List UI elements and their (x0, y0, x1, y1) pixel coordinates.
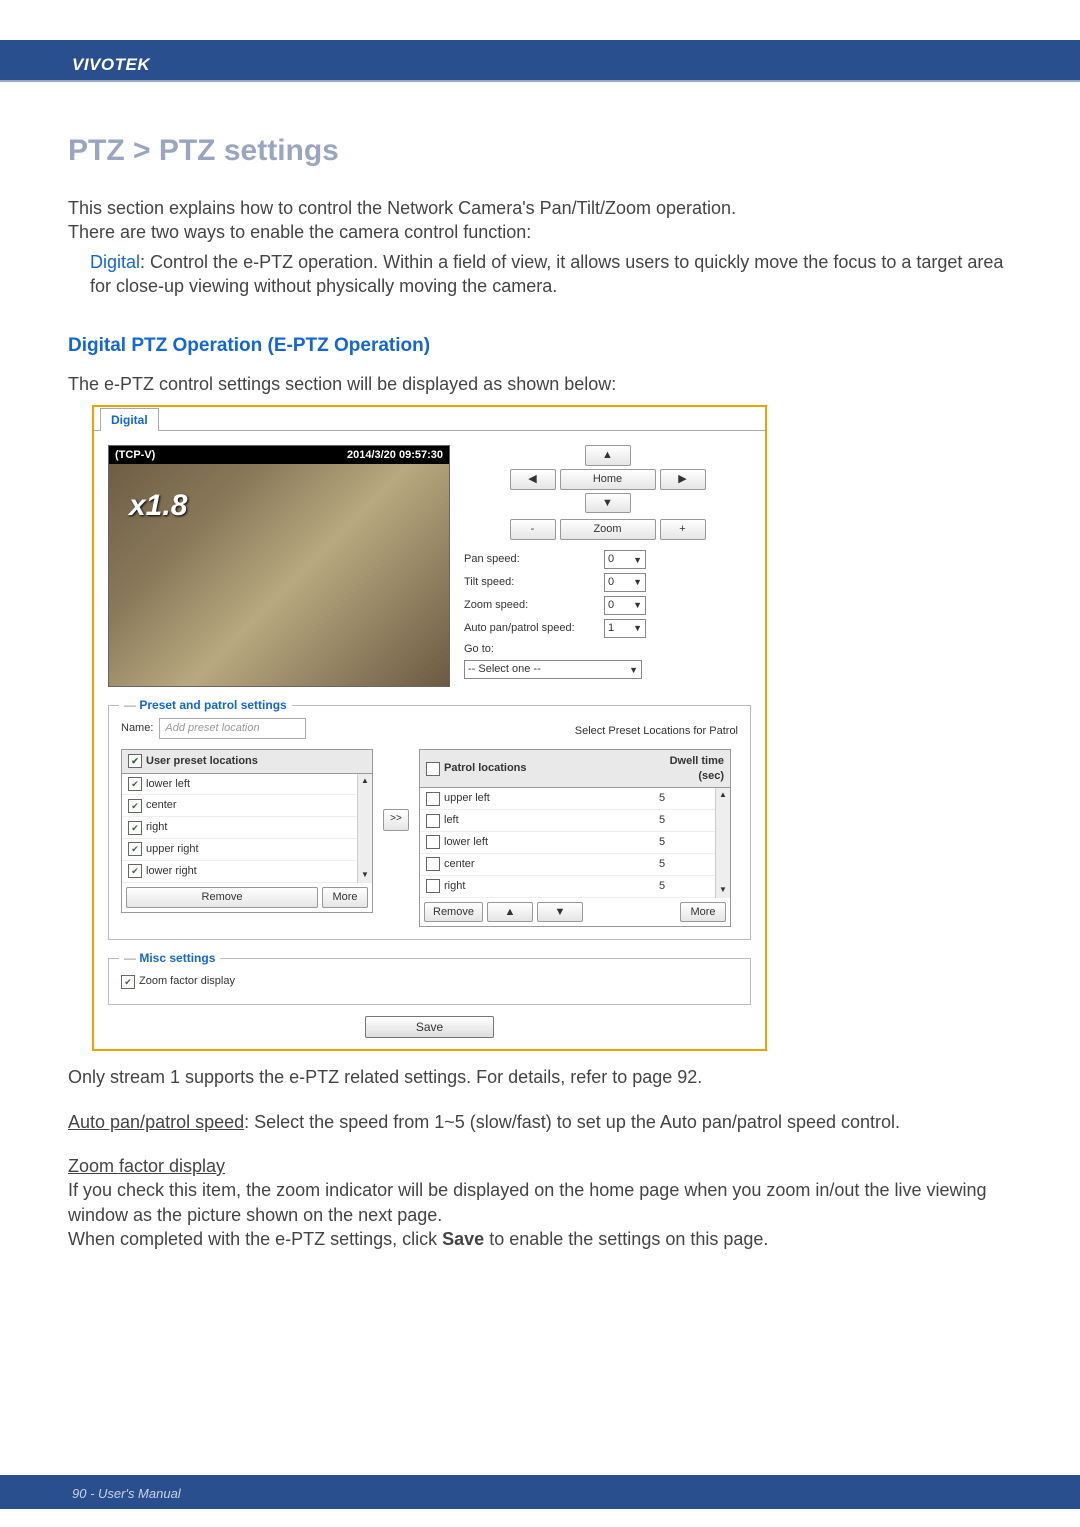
patrol-up-button[interactable]: ▲ (487, 902, 533, 923)
footer-page-number: 90 - User's Manual (72, 1486, 181, 1501)
list-item[interactable]: ✔upper right (122, 839, 357, 861)
goto-label: Go to: (464, 642, 604, 657)
auto-speed-text: : Select the speed from 1~5 (slow/fast) … (244, 1112, 900, 1132)
select-preset-label: Select Preset Locations for Patrol (575, 724, 738, 739)
patrol-down-button[interactable]: ▼ (537, 902, 583, 923)
user-preset-list: ✔ User preset locations ✔lower left ✔cen… (121, 749, 373, 913)
checkbox[interactable]: ✔ (128, 799, 142, 813)
page-title: PTZ > PTZ settings (68, 131, 1012, 172)
zoom-speed-select[interactable]: 0▼ (604, 596, 646, 615)
ptz-home-button[interactable]: Home (560, 469, 656, 490)
remove-patrol-button[interactable]: Remove (424, 902, 483, 923)
save-button[interactable]: Save (365, 1016, 494, 1038)
save-instruction-post: to enable the settings on this page. (484, 1229, 768, 1249)
zoom-factor-checkbox[interactable]: ✔ (121, 975, 135, 989)
list-item[interactable]: ✔lower left (122, 774, 357, 796)
name-label: Name: (121, 721, 153, 736)
list-item[interactable]: lower left5 (420, 832, 715, 854)
checkbox[interactable] (426, 792, 440, 806)
chevron-down-icon: ▼ (633, 576, 642, 588)
checkbox[interactable]: ✔ (128, 777, 142, 791)
list-item[interactable]: right5 (420, 876, 715, 898)
auto-speed-heading: Auto pan/patrol speed (68, 1112, 244, 1132)
list-item[interactable]: center5 (420, 854, 715, 876)
list-item[interactable]: upper left5 (420, 788, 715, 810)
ptz-left-button[interactable]: ◀ (510, 469, 556, 490)
eptz-panel: Digital (TCP-V) 2014/3/20 09:57:30 x1.8 … (92, 405, 767, 1052)
auto-speed-label: Auto pan/patrol speed: (464, 621, 604, 636)
chevron-down-icon: ▼ (629, 664, 638, 676)
preset-name-input[interactable]: Add preset location (159, 718, 306, 739)
auto-speed-select[interactable]: 1▼ (604, 619, 646, 638)
more-patrol-button[interactable]: More (680, 902, 726, 923)
ptz-up-button[interactable]: ▲ (585, 445, 631, 466)
zoom-speed-label: Zoom speed: (464, 598, 604, 613)
digital-label: Digital (90, 252, 140, 272)
move-right-button[interactable]: >> (383, 809, 409, 831)
patrol-header: Patrol locations (444, 761, 527, 776)
zoom-label: Zoom (560, 519, 656, 540)
chevron-down-icon: ▼ (633, 622, 642, 634)
note-stream1: Only stream 1 supports the e-PTZ related… (68, 1065, 1012, 1089)
brand-header: VIVOTEK (72, 55, 150, 75)
list-item[interactable]: ✔lower right (122, 861, 357, 883)
save-instruction-bold: Save (442, 1229, 484, 1249)
pan-speed-select[interactable]: 0▼ (604, 550, 646, 569)
pan-speed-label: Pan speed: (464, 552, 604, 567)
digital-desc: : Control the e-PTZ operation. Within a … (90, 252, 1003, 296)
user-header-checkbox[interactable]: ✔ (128, 754, 142, 768)
list-item[interactable]: ✔right (122, 817, 357, 839)
tilt-speed-select[interactable]: 0▼ (604, 573, 646, 592)
preset-patrol-fieldset: Preset and patrol settings Name: Add pre… (108, 705, 751, 941)
preset-legend: Preset and patrol settings (119, 697, 292, 713)
ptz-down-button[interactable]: ▼ (585, 493, 631, 514)
checkbox[interactable] (426, 814, 440, 828)
stream-name: (TCP-V) (115, 448, 155, 462)
zoom-out-button[interactable]: - (510, 519, 556, 540)
checkbox[interactable] (426, 879, 440, 893)
remove-preset-button[interactable]: Remove (126, 887, 318, 908)
checkbox[interactable]: ✔ (128, 821, 142, 835)
zoom-indicator: x1.8 (129, 486, 187, 527)
checkbox[interactable]: ✔ (128, 842, 142, 856)
stream-timestamp: 2014/3/20 09:57:30 (347, 448, 443, 462)
ptz-right-button[interactable]: ▶ (660, 469, 706, 490)
intro-line-2: There are two ways to enable the camera … (68, 220, 1012, 244)
dwell-header: Dwell time (sec) (654, 754, 724, 784)
zoom-factor-label: Zoom factor display (139, 974, 235, 989)
video-preview: (TCP-V) 2014/3/20 09:57:30 x1.8 (108, 445, 450, 687)
checkbox[interactable]: ✔ (128, 864, 142, 878)
scrollbar[interactable]: ▲▼ (357, 774, 372, 883)
subsection-text: The e-PTZ control settings section will … (68, 372, 1012, 396)
checkbox[interactable] (426, 835, 440, 849)
checkbox[interactable] (426, 857, 440, 871)
misc-fieldset: Misc settings ✔ Zoom factor display (108, 958, 751, 1005)
goto-select[interactable]: -- Select one --▼ (464, 660, 642, 679)
save-instruction-pre: When completed with the e-PTZ settings, … (68, 1229, 442, 1249)
tilt-speed-label: Tilt speed: (464, 575, 604, 590)
chevron-down-icon: ▼ (633, 599, 642, 611)
tab-digital[interactable]: Digital (100, 408, 159, 431)
more-preset-button[interactable]: More (322, 887, 368, 908)
zoom-factor-heading: Zoom factor display (68, 1154, 1012, 1178)
zoom-in-button[interactable]: + (660, 519, 706, 540)
scrollbar[interactable]: ▲▼ (715, 788, 730, 897)
user-preset-header: User preset locations (146, 754, 258, 769)
subsection-heading: Digital PTZ Operation (E-PTZ Operation) (68, 333, 1012, 359)
list-item[interactable]: left5 (420, 810, 715, 832)
intro-line-1: This section explains how to control the… (68, 196, 1012, 220)
patrol-header-checkbox[interactable] (426, 762, 440, 776)
misc-legend: Misc settings (119, 950, 220, 966)
chevron-down-icon: ▼ (633, 554, 642, 566)
zoom-factor-text-1: If you check this item, the zoom indicat… (68, 1178, 1012, 1227)
patrol-list: Patrol locations Dwell time (sec) upper … (419, 749, 731, 928)
list-item[interactable]: ✔center (122, 795, 357, 817)
